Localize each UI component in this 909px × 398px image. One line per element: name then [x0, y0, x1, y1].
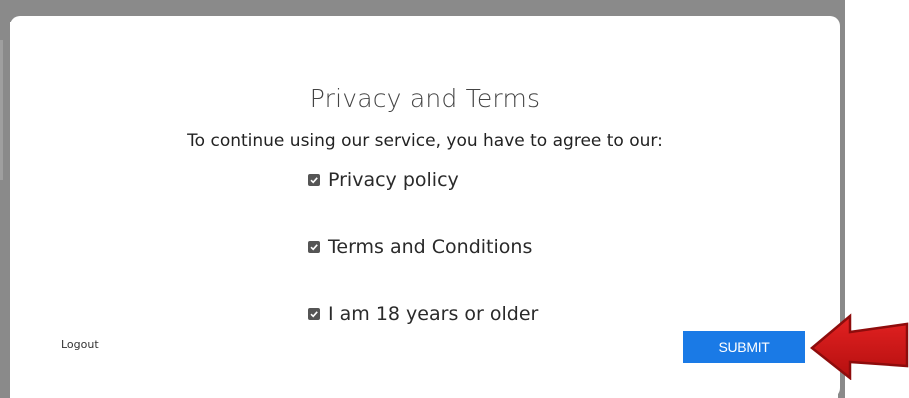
backdrop-left-strip [0, 40, 3, 180]
age-confirm-checkbox[interactable]: I am 18 years or older [308, 303, 538, 325]
checkbox-checked-icon[interactable] [308, 308, 320, 320]
dialog-title: Privacy and Terms [309, 84, 541, 113]
logout-link[interactable]: Logout [61, 338, 99, 351]
checkbox-checked-icon[interactable] [308, 241, 320, 253]
age-confirm-label: I am 18 years or older [328, 303, 539, 325]
privacy-policy-label: Privacy policy [328, 169, 459, 191]
checkbox-checked-icon[interactable] [308, 174, 320, 186]
red-arrow-icon [810, 313, 909, 380]
dialog-subtitle: To continue using our service, you have … [187, 131, 663, 151]
screen: Privacy and Terms To continue using our … [0, 0, 909, 398]
terms-conditions-label: Terms and Conditions [328, 236, 533, 258]
submit-button[interactable]: SUBMIT [683, 331, 805, 363]
privacy-terms-dialog: Privacy and Terms To continue using our … [10, 16, 840, 398]
privacy-policy-checkbox[interactable]: Privacy policy [308, 169, 459, 191]
terms-conditions-checkbox[interactable]: Terms and Conditions [308, 236, 532, 258]
